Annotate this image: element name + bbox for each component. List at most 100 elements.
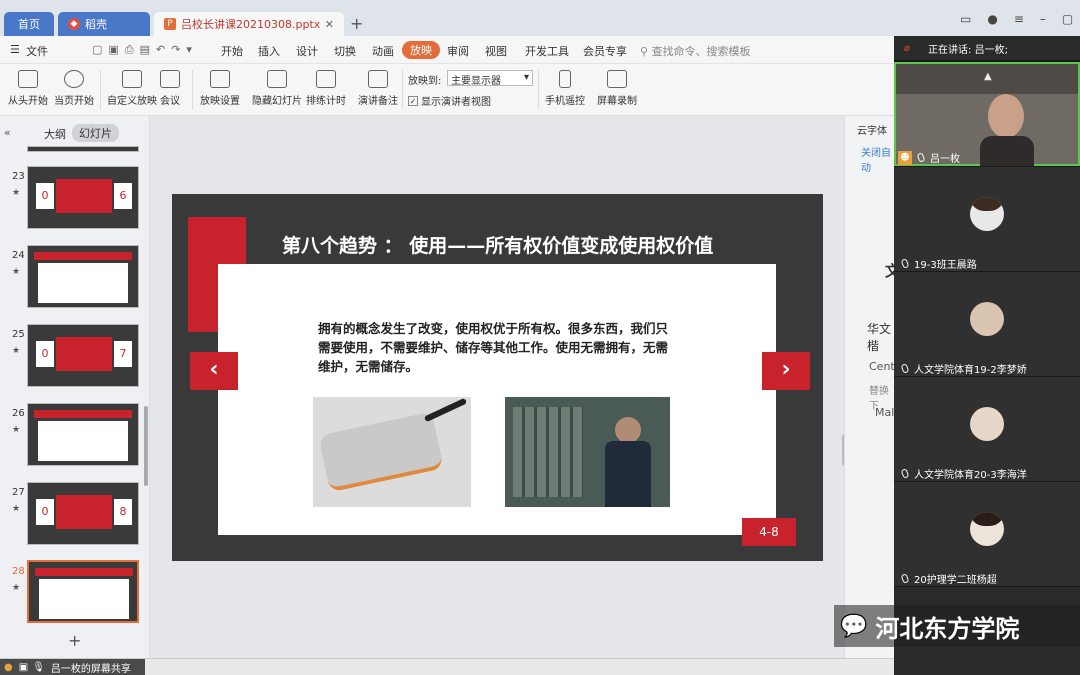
participant-name: 19-3班王晨路 [914,260,977,271]
mic-icon: 🎙 [32,661,45,673]
hide-slide-button[interactable]: 隐藏幻灯片 [252,70,302,107]
tab-bar: 首页 ◆ 稻壳 P 吕校长讲课20210308.pptx ✕ + ▭ ● ≡ –… [0,0,1080,36]
tab-daoke[interactable]: ◆ 稻壳 [58,12,150,36]
show-settings-button[interactable]: 放映设置 [200,70,240,107]
minimize-icon[interactable]: – [1040,12,1046,26]
participant-tile[interactable]: 人文学院体育19-2李梦娇 [894,272,1080,376]
quick-access-icons[interactable]: ▢▣⎙▤↶↷▾ [92,43,198,57]
slide-thumbnail-25[interactable]: 0 7 [27,324,139,387]
thumb-digit: 8 [114,499,132,525]
prev-arrow-icon[interactable]: ‹ [190,352,238,390]
slide-thumbnail-24[interactable] [27,245,139,308]
participant-name: 人文学院体育20-3李海洋 [914,470,1027,481]
screen-record-button[interactable]: 屏幕录制 [597,70,637,107]
thumb-red-block [56,495,112,529]
meeting-icon [160,70,180,88]
menu-transition[interactable]: 切换 [334,43,356,59]
rehearse-button[interactable]: 排练计时 [306,70,346,107]
menu-slideshow[interactable]: 放映 [402,41,440,59]
show-to-label: 放映到: [408,76,442,87]
screen-record-label: 屏幕录制 [597,96,637,107]
tab-home[interactable]: 首页 [4,12,54,36]
timer-icon [316,70,336,88]
tab-document[interactable]: P 吕校长讲课20210308.pptx ✕ [154,12,344,36]
hide-slide-icon [267,70,287,88]
slide-number-selected: 28 [12,566,25,577]
video-meeting-panel: ⌀ 正在讲话: 吕一枚; ▲ ☻ 吕一枚 19-3班王晨路 人文学院体育19-2… [894,36,1080,675]
next-arrow-icon[interactable]: › [762,352,810,390]
hamburger-icon[interactable]: ☰ [10,43,20,56]
speaker-face [988,94,1024,138]
panel-scrollbar[interactable] [144,406,148,486]
settings-icon [210,70,230,88]
mic-icon [900,258,910,269]
presenter-view-label: 显示演讲者视图 [421,97,491,108]
phone-remote-button[interactable]: 手机遥控 [545,70,585,107]
font-item-huawen[interactable]: 华文楷 [867,320,894,354]
slide-thumbnail-27[interactable]: 0 8 [27,482,139,545]
participant-name-row: 19-3班王晨路 [900,256,977,271]
slide-thumbnail-28-selected[interactable] [27,560,139,623]
tab-daoke-label: 稻壳 [85,18,107,31]
layout-icon[interactable]: ▭ [960,12,971,26]
search-placeholder: 查找命令、搜索模板 [651,45,751,58]
person-icon: ● [4,661,13,673]
star-icon: ★ [12,188,21,198]
ribbon: 从头开始 当页开始 自定义放映 会议 放映设置 隐藏幻灯片 排练计时 演讲备注 … [0,64,894,116]
meeting-button[interactable]: 会议 [160,70,180,107]
menu-start[interactable]: 开始 [221,43,243,59]
close-icon[interactable]: ✕ [325,18,334,31]
menu-animation[interactable]: 动画 [372,43,394,59]
new-tab-icon[interactable]: + [350,14,363,33]
thumb-content-area [38,263,128,303]
close-auto-link[interactable]: 关闭自动 [861,144,894,174]
show-to-select[interactable]: 主要显示器 ▾ [447,70,533,87]
slide-page-badge: 4-8 [742,518,796,546]
participant-tile[interactable]: 19-3班王晨路 [894,167,1080,271]
slide-thumbnail-22-partial[interactable] [27,146,139,152]
menu-member[interactable]: 会员专享 [583,43,627,59]
from-current-button[interactable]: 当页开始 [54,70,94,107]
from-start-button[interactable]: 从头开始 [8,70,48,107]
thumb-content-area [39,579,129,619]
participant-avatar [970,407,1004,441]
slide-content-box [218,264,776,535]
collapse-up-icon[interactable]: ▲ [984,71,992,82]
from-current-label: 当页开始 [54,96,94,107]
screen-share-indicator[interactable]: ● ▣ 🎙 吕一枚的屏幕共享 [0,659,145,675]
speaker-notes-button[interactable]: 演讲备注 [358,70,398,107]
participant-tile[interactable]: 20护理学二班杨超 [894,482,1080,586]
presenter-view-checkbox[interactable]: ✓ 显示演讲者视图 [408,93,491,108]
collapse-panel-icon[interactable]: « [4,126,11,139]
menu-design[interactable]: 设计 [296,43,318,59]
daoke-icon: ◆ [68,18,80,30]
usb-cable-icon [423,397,468,423]
outline-tab[interactable]: 大纲 [44,126,66,142]
speaking-bar: ⌀ 正在讲话: 吕一枚; [894,36,1080,60]
add-slide-button[interactable]: + [68,631,81,650]
hard-drive-icon [318,411,444,493]
thumb-digit: 0 [36,499,54,525]
thumb-content-area [38,421,128,461]
participant-name-row: 人文学院体育19-2李梦娇 [900,361,1027,376]
rehearse-label: 排练计时 [306,96,346,107]
search-box[interactable]: ⚲ 查找命令、搜索模板 [640,43,751,59]
slide-thumbnail-23[interactable]: 0 6 [27,166,139,229]
slide-thumbnail-26[interactable] [27,403,139,466]
star-icon: ★ [12,583,21,593]
maximize-icon[interactable]: ▢ [1062,12,1073,26]
slides-tab[interactable]: 幻灯片 [72,124,119,142]
menu-file[interactable]: 文件 [26,43,48,59]
participant-tile-active[interactable]: ▲ ☻ 吕一枚 [894,62,1080,166]
user-avatar-icon[interactable]: ● [987,12,997,26]
menu-view[interactable]: 视图 [485,43,507,59]
custom-show-button[interactable]: 自定义放映 [107,70,157,107]
participant-name: 吕一枚 [930,154,960,165]
menu-icon[interactable]: ≡ [1014,12,1024,26]
menu-insert[interactable]: 插入 [258,43,280,59]
show-settings-label: 放映设置 [200,96,240,107]
show-to-value: 主要显示器 [451,76,501,87]
menu-developer[interactable]: 开发工具 [525,43,569,59]
participant-tile[interactable]: 人文学院体育20-3李海洋 [894,377,1080,481]
menu-review[interactable]: 审阅 [447,43,469,59]
